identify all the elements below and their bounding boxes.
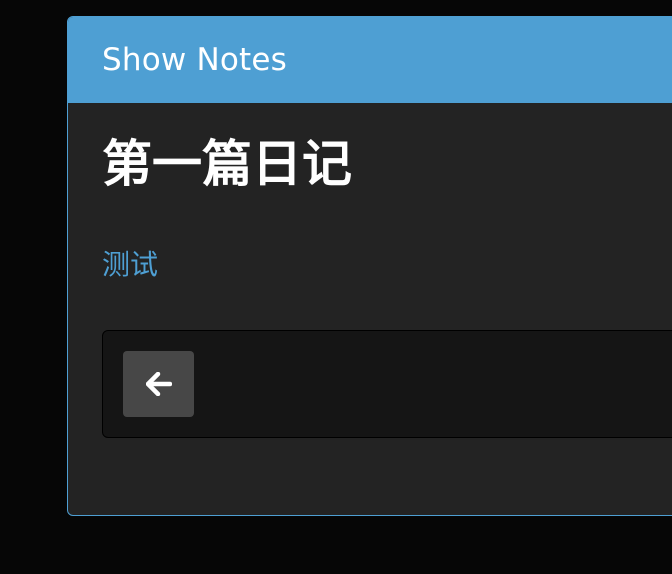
note-title: 第一篇日记 — [102, 135, 352, 193]
note-tag-link[interactable]: 测试 — [102, 243, 158, 287]
panel-header: Show Notes — [68, 17, 672, 103]
arrow-left-icon — [145, 372, 172, 396]
panel-title: Show Notes — [102, 42, 288, 78]
note-toolbar — [102, 330, 672, 438]
show-notes-panel: Show Notes 第一篇日记 测试 — [67, 16, 672, 516]
back-button[interactable] — [123, 351, 194, 417]
